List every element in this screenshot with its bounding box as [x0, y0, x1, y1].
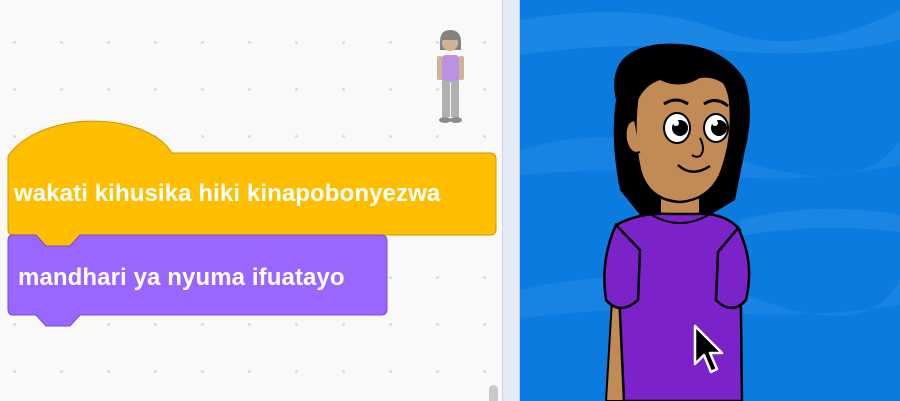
looks-block-label[interactable]: mandhari ya nyuma ifuatayo [18, 264, 345, 292]
mouse-pointer-icon [693, 324, 724, 374]
code-workspace[interactable]: wakati kihusika hiki kinapobonyezwa mand… [0, 0, 502, 401]
panel-divider [502, 0, 520, 401]
workspace-scrollbar[interactable] [489, 385, 498, 401]
girl-character[interactable] [603, 43, 751, 401]
hat-block-label[interactable]: wakati kihusika hiki kinapobonyezwa [14, 180, 440, 208]
